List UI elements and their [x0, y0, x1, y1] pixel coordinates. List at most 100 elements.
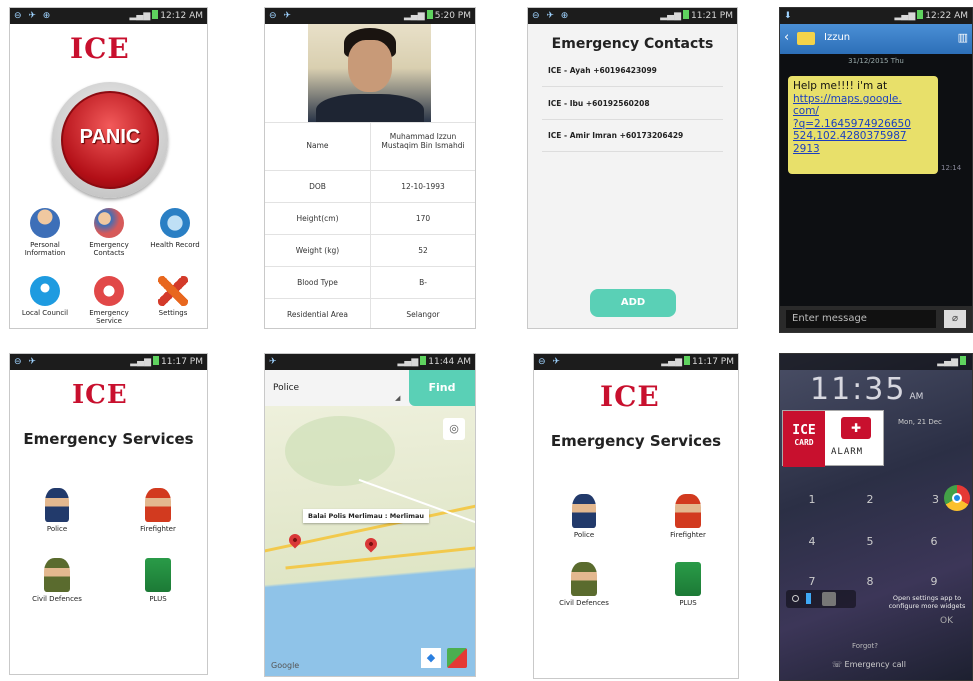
lock-date: Mon, 21 Dec — [898, 418, 942, 426]
divider — [542, 151, 723, 152]
dropdown-arrow-icon: ◢ — [395, 394, 401, 402]
row-key: Name — [306, 141, 329, 150]
ok-key[interactable]: OK — [940, 616, 953, 626]
status-time: 12:12 AM — [160, 11, 203, 21]
contacts-icon — [94, 208, 124, 238]
service-firefighter[interactable]: Firefighter — [660, 494, 716, 539]
my-location-icon[interactable]: ◎ — [443, 418, 465, 440]
message-input-bar: Enter message ⌀ — [780, 306, 972, 332]
contacts-title: Emergency Contacts — [551, 36, 714, 52]
profile-photo — [308, 24, 431, 122]
keypad-key[interactable]: 2 — [842, 484, 898, 516]
contact-item[interactable]: ICE - Ibu +60192560208 — [548, 99, 650, 108]
signal-icon: ▂▄▆ — [894, 11, 916, 21]
service-dropdown[interactable]: Police — [273, 383, 299, 393]
ice-card-widget[interactable]: ICE CARD ✚ ALARM — [782, 410, 884, 467]
profile-photo-face — [348, 40, 392, 92]
forgot-link[interactable]: Forgot? — [852, 642, 878, 650]
service-label: Civil Defences — [559, 599, 609, 607]
service-label: Civil Defences — [32, 595, 82, 603]
add-contact-button[interactable]: ADD — [590, 289, 676, 317]
services-screen-2: ⊖ ✈ ▂▄▆ 11:17 PM ICE Emergency Services P… — [533, 353, 739, 679]
police-icon — [45, 488, 69, 522]
table-row: Blood Type B- — [265, 266, 475, 298]
panic-button[interactable]: PANIC — [52, 82, 168, 198]
keypad-key[interactable]: 1 — [784, 484, 840, 516]
emergency-call-button[interactable]: ☏ Emergency call — [832, 660, 906, 669]
map-forest-patch — [285, 416, 395, 486]
row-value: 52 — [370, 235, 475, 266]
table-row: Height(cm) 170 — [265, 202, 475, 234]
row-key: Weight (kg) — [295, 246, 340, 255]
civil-defence-icon — [571, 562, 597, 596]
map-view[interactable]: ◎ Balai Polis Merlimau : Merlimau Google… — [265, 406, 475, 676]
lock-ampm: AM — [909, 392, 924, 402]
services-screen-1: ⊖ ✈ ▂▄▆ 11:17 PM ICE Emergency Services P… — [9, 353, 208, 675]
menu-health-record[interactable]: Health Record — [144, 208, 206, 249]
profile-screen: ⊖ ✈ ▂▄▆ 5:20 PM Name Muhammad Izzun Musta… — [264, 7, 476, 329]
map-pin[interactable] — [362, 535, 380, 553]
back-icon[interactable]: ‹ — [784, 30, 789, 45]
place-label[interactable]: Balai Polis Merlimau : Merlimau — [303, 509, 430, 523]
battery-icon — [684, 356, 690, 365]
status-time: 11:44 AM — [428, 357, 471, 367]
menu-settings[interactable]: Settings — [146, 276, 200, 317]
menu-label: Emergency Service — [89, 309, 129, 325]
signal-icon: ▂▄▆ — [403, 11, 425, 21]
service-civil-defences[interactable]: Civil Defences — [550, 562, 618, 607]
keypad-key[interactable]: 4 — [784, 526, 840, 558]
alarm-label: ALARM — [831, 447, 864, 457]
service-plus[interactable]: PLUS — [664, 562, 712, 607]
maps-app-icon[interactable] — [447, 648, 467, 668]
delete-icon[interactable]: ▥ — [958, 31, 968, 44]
menu-personal-information[interactable]: Personal Information — [18, 208, 72, 257]
message-bubble[interactable]: Help me!!!! i'm at https://maps.google. … — [788, 76, 938, 174]
civil-defence-icon — [44, 558, 70, 592]
ice-logo: ICE — [72, 380, 128, 410]
firefighter-icon — [145, 488, 171, 522]
page-dot-icon — [792, 595, 799, 602]
message-input[interactable]: Enter message — [786, 310, 936, 328]
chrome-icon[interactable] — [944, 485, 970, 511]
ice-logo-text: ICE — [600, 380, 660, 413]
service-civil-defences[interactable]: Civil Defences — [24, 558, 90, 603]
status-time: 11:21 PM — [691, 11, 733, 21]
row-key: DOB — [309, 182, 326, 191]
menu-emergency-contacts[interactable]: Emergency Contacts — [82, 208, 136, 257]
contact-item[interactable]: ICE - Amir Imran +60173206429 — [548, 131, 683, 140]
menu-emergency-service[interactable]: Emergency Service — [82, 276, 136, 325]
service-plus[interactable]: PLUS — [134, 558, 182, 603]
service-firefighter[interactable]: Firefighter — [130, 488, 186, 533]
signal-icon: ▂▄▆ — [937, 357, 958, 367]
battery-icon — [152, 10, 159, 19]
police-icon — [572, 494, 596, 528]
notification-icons: ⊖ ✈ ⊕ — [532, 11, 571, 21]
services-title: Emergency Services — [23, 430, 194, 448]
sms-screen: ⬇ ▂▄▆ 12:22 AM ‹ Izzun ▥ 31/12/2015 Thu H… — [779, 7, 973, 333]
keypad-key[interactable]: 6 — [906, 526, 962, 558]
map-toolbar: Police ◢ Find — [265, 370, 475, 406]
battery-icon — [426, 10, 433, 19]
profile-photo-shirt — [316, 94, 424, 122]
menu-label: Personal Information — [24, 241, 66, 257]
table-row: Weight (kg) 52 — [265, 234, 475, 266]
row-value: B- — [370, 267, 475, 298]
date-line: 31/12/2015 Thu — [848, 57, 904, 65]
directions-icon[interactable]: ◆ — [421, 648, 441, 668]
find-button[interactable]: Find — [409, 370, 475, 406]
keypad-key[interactable]: 5 — [842, 526, 898, 558]
service-label: PLUS — [149, 595, 167, 603]
row-value: Muhammad Izzun Mustaqim Bin Ismahdi — [370, 123, 475, 170]
message-link[interactable]: https://maps.google. com/ ?q=2.164597492… — [793, 93, 933, 156]
lock-screen: ▂▄▆ 11:35 AM Mon, 21 Dec ICE CARD ✚ ALARM… — [779, 353, 973, 681]
notification-icons: ⊖ ✈ — [14, 357, 38, 367]
menu-local-council[interactable]: Local Council — [18, 276, 72, 317]
google-watermark: Google — [271, 661, 300, 670]
home-screen: ⊖ ✈ ⊕ ▂▄▆ 12:12 AM ICE PANIC Personal Inf… — [9, 7, 208, 329]
contact-item[interactable]: ICE - Ayah +60196423099 — [548, 66, 657, 75]
table-row: Residential Area Selangor — [265, 298, 475, 328]
service-police[interactable]: Police — [32, 488, 82, 533]
service-police[interactable]: Police — [558, 494, 610, 539]
attach-icon[interactable]: ⌀ — [944, 310, 966, 328]
battery-icon — [960, 356, 966, 365]
